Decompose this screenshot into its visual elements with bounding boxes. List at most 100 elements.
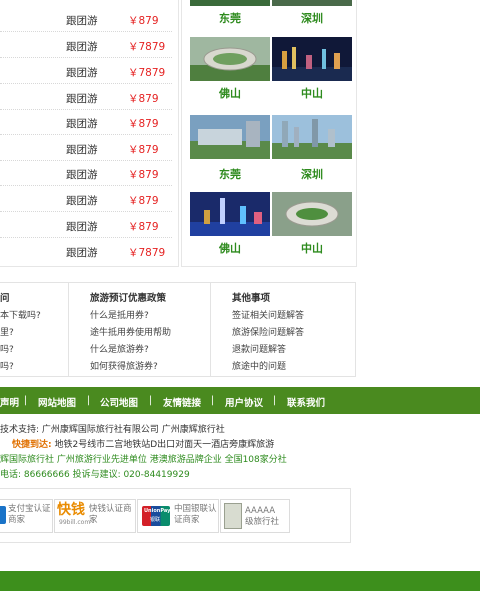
unionpay-logo-text: UnionPay — [144, 508, 171, 514]
nav-link-company-map[interactable]: 公司地图 — [100, 395, 138, 409]
city-card[interactable]: 中山 — [272, 37, 352, 101]
unionpay-badge[interactable]: UnionPay 银联 中国银联认 证商家 — [137, 499, 219, 533]
list-item[interactable]: 跟团游 ￥879 — [0, 6, 172, 32]
list-item[interactable]: 跟团游 ￥7879 — [0, 32, 172, 58]
tour-type[interactable]: 跟团游 — [66, 219, 98, 234]
city-card[interactable]: 佛山 — [190, 192, 270, 256]
city-photo[interactable] — [272, 115, 352, 159]
nav-link-statement[interactable]: 声明 — [0, 395, 19, 409]
city-name[interactable]: 佛山 — [190, 85, 270, 101]
help-link[interactable]: 吗? — [0, 342, 14, 355]
city-name[interactable]: 东莞 — [190, 10, 270, 26]
route-text: 地铁2号线市二宫地铁站D出口对面天一酒店旁康辉旅游 — [54, 440, 275, 450]
help-title: 问 — [0, 293, 10, 304]
city-name[interactable]: 佛山 — [190, 240, 270, 256]
divider — [68, 283, 69, 376]
help-link[interactable]: 什么是抵用券? — [90, 308, 149, 321]
city-name[interactable]: 深圳 — [272, 10, 352, 26]
badge-text: 中国银联认 证商家 — [174, 504, 217, 525]
tour-type[interactable]: 跟团游 — [66, 193, 98, 208]
list-item[interactable]: 跟团游 ￥879 — [0, 160, 172, 186]
99bill-url: 99bill.com — [59, 519, 91, 526]
nav-separator: | — [149, 395, 153, 406]
aaaaa-badge[interactable]: AAAAA 级旅行社 — [220, 499, 290, 533]
tour-price: ￥879 — [128, 144, 159, 156]
badge-text: 快钱认证商家 — [89, 504, 132, 525]
unionpay-logo-sub: 银联 — [150, 517, 161, 523]
tour-type[interactable]: 跟团游 — [66, 13, 98, 28]
tour-price: ￥879 — [128, 15, 159, 27]
help-link[interactable]: 旅途中的问题 — [232, 359, 286, 372]
tour-price: ￥7879 — [128, 247, 166, 259]
certificate-icon — [224, 503, 242, 529]
list-item[interactable]: 跟团游 ￥7879 — [0, 238, 172, 263]
footer-nav: 声明 | 网站地图 | 公司地图 | 友情链接 | 用户协议 | 联系我们 — [0, 387, 480, 414]
city-photo[interactable] — [272, 0, 352, 6]
tour-type[interactable]: 跟团游 — [66, 167, 98, 182]
tour-price: ￥879 — [128, 169, 159, 181]
tour-type[interactable]: 跟团游 — [66, 245, 98, 260]
city-photo[interactable] — [272, 192, 352, 236]
badge-text: 支付宝认证 商家 — [8, 504, 51, 525]
city-card[interactable]: 深圳 — [272, 0, 352, 26]
city-card[interactable]: 深圳 — [272, 115, 352, 181]
tour-type[interactable]: 跟团游 — [66, 91, 98, 106]
list-item[interactable]: 跟团游 ￥7879 — [0, 58, 172, 84]
tour-list: 跟团游 ￥879 跟团游 ￥7879 跟团游 ￥7879 跟团游 ￥879 跟团游 ￥87… — [0, 0, 179, 267]
nav-link-friend-links[interactable]: 友情链接 — [163, 395, 201, 409]
city-name[interactable]: 东莞 — [190, 166, 270, 182]
help-link[interactable]: 吗? — [0, 359, 14, 372]
route-info: 快捷到达: 地铁2号线市二宫地铁站D出口对面天一酒店旁康辉旅游 — [12, 437, 274, 450]
tour-price: ￥7879 — [128, 41, 166, 53]
help-link[interactable]: 里? — [0, 325, 14, 338]
help-link[interactable]: 什么是旅游券? — [90, 342, 149, 355]
alipay-badge[interactable]: 支付宝认证 商家 — [0, 499, 53, 533]
tour-type[interactable]: 跟团游 — [66, 142, 98, 157]
city-photo[interactable] — [190, 192, 270, 236]
list-item[interactable]: 跟团游 ￥879 — [0, 212, 172, 238]
nav-separator: | — [87, 395, 91, 406]
city-name[interactable]: 中山 — [272, 85, 352, 101]
tour-price: ￥7879 — [128, 67, 166, 79]
city-name[interactable]: 深圳 — [272, 166, 352, 182]
help-link[interactable]: 签证相关问题解答 — [232, 308, 304, 321]
nav-link-contact[interactable]: 联系我们 — [287, 395, 325, 409]
city-photo[interactable] — [190, 37, 270, 81]
tour-price: ￥879 — [128, 118, 159, 130]
list-item[interactable]: 跟团游 ￥879 — [0, 135, 172, 161]
city-photo[interactable] — [272, 37, 352, 81]
nav-separator: | — [24, 395, 28, 406]
99bill-badge[interactable]: 快钱 99bill.com 快钱认证商家 — [54, 499, 136, 533]
city-card[interactable]: 东莞 — [190, 115, 270, 181]
help-link[interactable]: 退款问题解答 — [232, 342, 286, 355]
badge-box: 支付宝认证 商家 快钱 99bill.com 快钱认证商家 UnionPay 银联… — [0, 488, 351, 543]
phone-text: 电话: 86666666 投诉与建议: 020-84419929 — [0, 470, 190, 480]
city-card[interactable]: 中山 — [272, 192, 352, 256]
list-item[interactable]: 跟团游 ￥879 — [0, 109, 172, 135]
alipay-icon — [0, 506, 6, 524]
divider — [210, 283, 211, 376]
tour-price: ￥879 — [128, 221, 159, 233]
city-card[interactable]: 东莞 — [190, 0, 270, 26]
help-link[interactable]: 如何获得旅游券? — [90, 359, 158, 372]
list-item[interactable]: 跟团游 ￥879 — [0, 186, 172, 212]
city-photo[interactable] — [190, 0, 270, 6]
nav-link-user-agreement[interactable]: 用户协议 — [225, 395, 263, 409]
nav-link-sitemap[interactable]: 网站地图 — [38, 395, 76, 409]
help-link[interactable]: 本下载吗? — [0, 308, 41, 321]
tour-type[interactable]: 跟团游 — [66, 39, 98, 54]
list-item[interactable]: 跟团游 ￥879 — [0, 84, 172, 110]
help-link[interactable]: 途牛抵用券使用帮助 — [90, 325, 171, 338]
help-column: 其他事项 签证相关问题解答 旅游保险问题解答 退款问题解答 旅途中的问题 — [232, 283, 352, 376]
nav-separator: | — [273, 395, 277, 406]
tour-type[interactable]: 跟团游 — [66, 116, 98, 131]
city-photo[interactable] — [190, 115, 270, 159]
help-link[interactable]: 旅游保险问题解答 — [232, 325, 304, 338]
city-card[interactable]: 佛山 — [190, 37, 270, 101]
tour-price: ￥879 — [128, 93, 159, 105]
help-title: 其他事项 — [232, 293, 271, 304]
nav-separator: | — [211, 395, 215, 406]
route-label: 快捷到达: — [12, 440, 52, 450]
tour-type[interactable]: 跟团游 — [66, 65, 98, 80]
city-name[interactable]: 中山 — [272, 240, 352, 256]
